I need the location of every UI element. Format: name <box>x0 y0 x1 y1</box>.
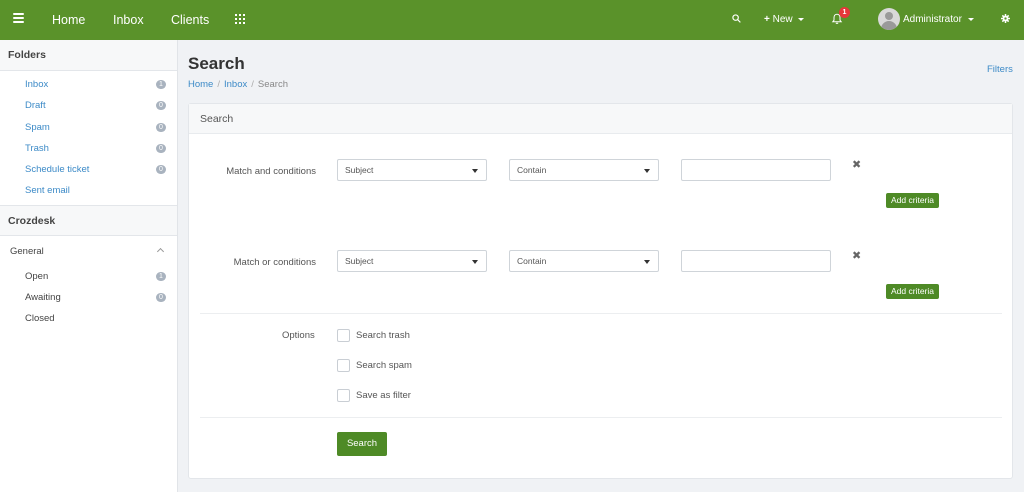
save-as-filter-option[interactable]: Save as filter <box>337 389 411 403</box>
sidebar-item-open[interactable]: Open 1 <box>0 266 177 287</box>
sidebar-item-spam[interactable]: Spam 0 <box>0 117 177 138</box>
or-field-select[interactable]: Subject <box>337 250 487 272</box>
caret-down-icon <box>644 169 650 173</box>
chevron-up-icon <box>156 247 165 255</box>
general-group-label: General <box>10 245 44 257</box>
remove-criteria-icon[interactable]: ✖ <box>852 160 861 171</box>
folder-list: Inbox 1 Draft 0 Spam 0 Trash 0 Schedule … <box>0 71 177 205</box>
top-navbar: Home Inbox Clients + New 1 Administrator <box>0 0 1024 40</box>
count-badge: 1 <box>156 80 166 89</box>
count-badge: 1 <box>156 271 166 281</box>
match-and-label: Match and conditions <box>226 166 316 177</box>
match-or-label: Match or conditions <box>233 257 316 268</box>
breadcrumb-inbox-link[interactable]: Inbox <box>224 79 247 90</box>
search-trash-checkbox[interactable] <box>337 329 350 342</box>
and-field-select[interactable]: Subject <box>337 159 487 181</box>
sidebar-item-schedule-ticket[interactable]: Schedule ticket 0 <box>0 159 177 180</box>
breadcrumb-current: Search <box>257 79 288 90</box>
search-trash-option[interactable]: Search trash <box>337 329 410 343</box>
sidebar-item-awaiting[interactable]: Awaiting 0 <box>0 287 177 308</box>
caret-down-icon <box>967 17 974 21</box>
caret-down-icon <box>798 17 805 21</box>
option-label: Save as filter <box>356 390 411 402</box>
menu-icon[interactable] <box>13 13 24 23</box>
panel-title: Search <box>189 104 1012 134</box>
user-name: Administrator <box>903 14 962 25</box>
option-label: Search spam <box>356 360 412 372</box>
sidebar-item-label: Trash <box>25 142 49 154</box>
general-group-toggle[interactable]: General <box>0 237 177 266</box>
and-operator-select[interactable]: Contain <box>509 159 659 181</box>
remove-criteria-icon[interactable]: ✖ <box>852 251 861 262</box>
save-as-filter-checkbox[interactable] <box>337 389 350 402</box>
sidebar-item-label: Draft <box>25 100 46 112</box>
caret-down-icon <box>472 169 478 173</box>
nav-clients-link[interactable]: Clients <box>171 0 209 40</box>
general-list: Open 1 Awaiting 0 Closed <box>0 266 177 333</box>
breadcrumb-separator: / <box>217 79 220 90</box>
divider <box>200 417 1002 418</box>
sidebar-item-label: Spam <box>25 121 50 133</box>
nav-inbox-link[interactable]: Inbox <box>113 0 144 40</box>
divider <box>200 313 1002 314</box>
search-spam-checkbox[interactable] <box>337 359 350 372</box>
sidebar-item-trash[interactable]: Trash 0 <box>0 138 177 159</box>
or-field-value: Subject <box>345 256 374 266</box>
add-and-criteria-button[interactable]: Add criteria <box>886 193 939 208</box>
caret-down-icon <box>644 260 650 264</box>
or-value-input[interactable] <box>681 250 831 272</box>
apps-grid-icon[interactable] <box>235 14 245 24</box>
count-badge: 0 <box>156 165 166 175</box>
sidebar-item-label: Sent email <box>25 185 70 197</box>
and-operator-value: Contain <box>517 165 547 175</box>
notification-badge: 1 <box>839 7 850 18</box>
new-dropdown[interactable]: + New <box>764 0 805 40</box>
new-label: New <box>772 14 793 25</box>
gear-icon[interactable] <box>1001 14 1010 23</box>
page-title: Search <box>188 54 245 73</box>
sidebar: Folders Inbox 1 Draft 0 Spam 0 Trash 0 S… <box>0 40 178 492</box>
sidebar-item-label: Schedule ticket <box>25 164 90 176</box>
search-button[interactable]: Search <box>337 432 387 456</box>
breadcrumb-separator: / <box>251 79 254 90</box>
breadcrumb-home-link[interactable]: Home <box>188 79 213 90</box>
search-spam-option[interactable]: Search spam <box>337 359 412 373</box>
sidebar-item-label: Closed <box>25 313 55 325</box>
or-operator-select[interactable]: Contain <box>509 250 659 272</box>
and-value-input[interactable] <box>681 159 831 181</box>
count-badge: 0 <box>156 101 166 111</box>
nav-home-link[interactable]: Home <box>52 0 85 40</box>
and-field-value: Subject <box>345 165 374 175</box>
crozdesk-heading: Crozdesk <box>0 204 177 236</box>
sidebar-item-closed[interactable]: Closed <box>0 308 177 329</box>
search-icon[interactable] <box>732 14 741 23</box>
count-badge: 0 <box>156 293 166 303</box>
sidebar-item-label: Awaiting <box>25 292 61 304</box>
breadcrumb: Home / Inbox / Search <box>188 79 288 90</box>
avatar[interactable] <box>878 8 900 30</box>
count-badge: 0 <box>156 143 166 153</box>
add-or-criteria-button[interactable]: Add criteria <box>886 284 939 299</box>
sidebar-item-draft[interactable]: Draft 0 <box>0 95 177 116</box>
option-label: Search trash <box>356 330 410 342</box>
options-label: Options <box>282 330 315 341</box>
or-operator-value: Contain <box>517 256 547 266</box>
sidebar-item-label: Inbox <box>25 79 49 90</box>
caret-down-icon <box>472 260 478 264</box>
filters-link[interactable]: Filters <box>987 64 1013 75</box>
sidebar-item-sent-email[interactable]: Sent email <box>0 180 177 201</box>
folders-heading: Folders <box>0 40 177 71</box>
sidebar-item-inbox[interactable]: Inbox 1 <box>0 74 177 95</box>
count-badge: 0 <box>156 122 166 132</box>
sidebar-item-label: Open <box>25 270 49 282</box>
plus-icon: + <box>764 14 770 25</box>
user-menu[interactable]: Administrator <box>903 0 974 40</box>
